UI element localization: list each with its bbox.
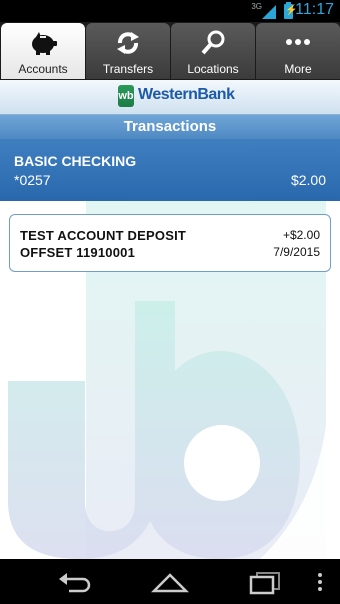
tab-more-label: More [284, 62, 312, 76]
logo-wordmark: WesternBank [138, 86, 235, 103]
transaction-description: TEST ACCOUNT DEPOSIT OFFSET 11910001 [20, 227, 220, 261]
menu-dots-icon[interactable] [310, 569, 330, 595]
transaction-row[interactable]: TEST ACCOUNT DEPOSIT OFFSET 11910001 +$2… [9, 214, 331, 272]
status-bar: 3G ⚡ 11:17 [0, 0, 340, 22]
account-number: *0257 [14, 172, 51, 188]
account-header: BASIC CHECKING *0257 $2.00 [0, 139, 340, 201]
battery-icon: ⚡ [284, 2, 297, 19]
transactions-list[interactable]: TEST ACCOUNT DEPOSIT OFFSET 11910001 +$2… [0, 201, 340, 559]
tab-locations[interactable]: Locations [171, 23, 255, 79]
transfer-arrows-icon [117, 32, 139, 54]
tab-more[interactable]: More [256, 23, 340, 79]
home-icon[interactable] [150, 569, 190, 595]
account-name: BASIC CHECKING [14, 153, 137, 169]
western-bank-logo: wb WesternBank [118, 85, 235, 109]
tab-transfers[interactable]: Transfers [86, 23, 170, 79]
transaction-line1: TEST ACCOUNT DEPOSIT [20, 228, 187, 243]
tab-transfers-label: Transfers [102, 62, 154, 76]
tab-accounts-label: Accounts [18, 62, 68, 76]
page-title: Transactions [0, 115, 340, 139]
tab-accounts[interactable]: Accounts [1, 23, 85, 79]
back-icon[interactable] [55, 569, 95, 595]
brand-header: wb WesternBank [0, 80, 340, 115]
tab-locations-label: Locations [187, 62, 239, 76]
transaction-date: 7/9/2015 [273, 245, 320, 259]
transaction-line2: OFFSET 11910001 [20, 245, 136, 260]
account-balance: $2.00 [290, 172, 326, 188]
clock: 11:17 [295, 1, 334, 18]
more-dots-icon [286, 39, 310, 45]
tab-bar: Accounts Transfers Locations More [0, 22, 340, 80]
logo-mark: wb [118, 85, 134, 107]
network-type: 3G [251, 2, 262, 11]
search-icon [201, 30, 225, 55]
piggy-bank-icon [32, 32, 57, 55]
system-nav-bar [0, 559, 340, 604]
transaction-amount: +$2.00 [282, 228, 320, 242]
recent-apps-icon[interactable] [245, 569, 285, 595]
signal-icon [262, 5, 276, 19]
